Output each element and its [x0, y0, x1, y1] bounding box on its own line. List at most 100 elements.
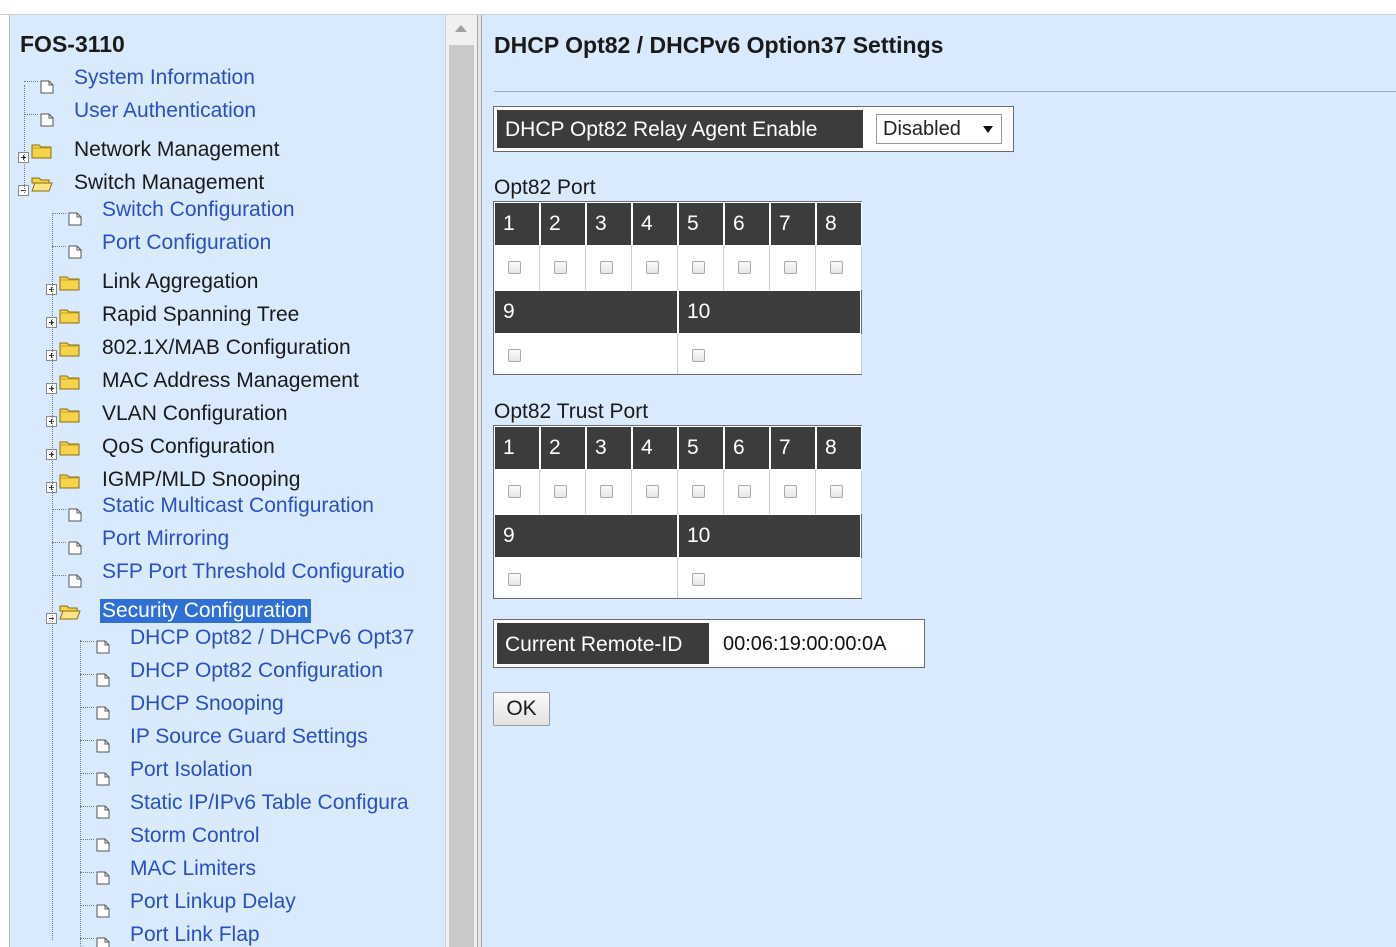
tree-connector — [52, 509, 66, 510]
trust-port-cell-1 — [494, 470, 540, 514]
trust-port-checkbox-7[interactable] — [784, 485, 797, 498]
opt82-port-checkbox-5[interactable] — [692, 261, 705, 274]
tree-item-dhcp-opt82-configuration[interactable]: DHCP Opt82 Configuration — [10, 657, 446, 687]
opt82-trust-port-label: Opt82 Trust Port — [494, 400, 649, 423]
scroll-thumb[interactable] — [449, 45, 474, 947]
tree-connector — [80, 839, 94, 840]
tree-item-port-configuration[interactable]: Port Configuration — [10, 229, 446, 259]
tree-item-dhcp-opt82-dhcpv6-opt37[interactable]: DHCP Opt82 / DHCPv6 Opt37 — [10, 624, 446, 654]
opt82-port-checkbox-8[interactable] — [830, 261, 843, 274]
folder-icon — [59, 405, 81, 423]
remote-id-value: 00:06:19:00:00:0A — [723, 633, 887, 655]
opt82-port-header-5: 5 — [678, 202, 724, 246]
opt82-port-checkbox-9[interactable] — [508, 349, 521, 362]
folder-icon — [59, 471, 81, 489]
page-icon — [96, 900, 110, 918]
tree-connector — [24, 114, 38, 115]
tree-item-qos-configuration[interactable]: QoS Configuration — [10, 433, 446, 463]
opt82-port-label: Opt82 Port — [494, 176, 596, 199]
tree-connector — [52, 542, 66, 543]
trust-port-cell-3 — [586, 470, 632, 514]
tree-item-dhcp-snooping[interactable]: DHCP Snooping — [10, 690, 446, 720]
page-icon — [68, 504, 82, 522]
trust-port-cell-6 — [724, 470, 770, 514]
opt82-port-checkbox-1[interactable] — [508, 261, 521, 274]
page-icon — [68, 537, 82, 555]
folder-icon — [59, 372, 81, 390]
opt82-port-header-10: 10 — [678, 290, 861, 334]
tree-item-sfp-port-threshold-configuratio[interactable]: SFP Port Threshold Configuratio — [10, 558, 446, 588]
trust-port-checkbox-10[interactable] — [692, 573, 705, 586]
tree-connector — [52, 575, 66, 576]
tree-item-system-information[interactable]: System Information — [10, 64, 446, 94]
tree-item-switch-configuration[interactable]: Switch Configuration — [10, 196, 446, 226]
tree-item-switch-management[interactable]: Switch Management — [10, 169, 446, 199]
tree-item-label: MAC Limiters — [130, 857, 257, 880]
page-icon — [96, 636, 110, 654]
tree-item-label: DHCP Opt82 / DHCPv6 Opt37 — [130, 626, 415, 649]
trust-port-checkbox-3[interactable] — [600, 485, 613, 498]
opt82-port-header-3: 3 — [586, 202, 632, 246]
tree-item-static-multicast-configuration[interactable]: Static Multicast Configuration — [10, 492, 446, 522]
trust-port-cell-9 — [494, 558, 678, 598]
opt82-port-cell-3 — [586, 246, 632, 290]
opt82-port-checkbox-7[interactable] — [784, 261, 797, 274]
tree-item-vlan-configuration[interactable]: VLAN Configuration — [10, 400, 446, 430]
trust-port-checkbox-9[interactable] — [508, 573, 521, 586]
trust-port-header-7: 7 — [770, 426, 816, 470]
tree-item-network-management[interactable]: Network Management — [10, 136, 446, 166]
tree-item-port-linkup-delay[interactable]: Port Linkup Delay — [10, 888, 446, 918]
opt82-trust-port-table: 1 2 3 4 5 6 7 8 9 10 — [493, 425, 862, 599]
nav-tree-panel: FOS-3110 System Information User Authenti… — [9, 15, 446, 947]
tree-item-port-link-flap[interactable]: Port Link Flap — [10, 921, 446, 947]
tree-item-mac-limiters[interactable]: MAC Limiters — [10, 855, 446, 885]
tree-item-user-authentication[interactable]: User Authentication — [10, 97, 446, 127]
relay-agent-select[interactable]: Disabled — [876, 114, 1002, 144]
tree-item-rapid-spanning-tree[interactable]: Rapid Spanning Tree — [10, 301, 446, 331]
tree-item-label: Security Configuration — [100, 599, 311, 623]
tree-item-storm-control[interactable]: Storm Control — [10, 822, 446, 852]
tree-item-label: DHCP Opt82 Configuration — [130, 659, 383, 682]
tree-item-link-aggregation[interactable]: Link Aggregation — [10, 268, 446, 298]
trust-port-checkbox-6[interactable] — [738, 485, 751, 498]
scroll-up-arrow-icon[interactable] — [455, 25, 467, 32]
folder-icon — [59, 438, 81, 456]
page-icon — [96, 768, 110, 786]
folder-open-icon — [31, 174, 53, 192]
tree-connector — [80, 806, 94, 807]
opt82-port-header-8: 8 — [816, 202, 862, 246]
tree-item-label: Static IP/IPv6 Table Configura — [130, 791, 409, 814]
tree-item-port-isolation[interactable]: Port Isolation — [10, 756, 446, 786]
tree-item-security-configuration[interactable]: Security Configuration — [10, 597, 446, 627]
tree-item-label: Port Link Flap — [130, 923, 260, 946]
opt82-port-header-9: 9 — [494, 290, 678, 334]
tree-item-mac-address-management[interactable]: MAC Address Management — [10, 367, 446, 397]
trust-port-header-9: 9 — [494, 514, 678, 558]
page-icon — [96, 669, 110, 687]
dropdown-arrow-icon — [983, 126, 993, 133]
tree-item-label: 802.1X/MAB Configuration — [102, 336, 351, 359]
trust-port-checkbox-4[interactable] — [646, 485, 659, 498]
page-icon — [68, 570, 82, 588]
page-icon — [96, 702, 110, 720]
opt82-port-checkbox-3[interactable] — [600, 261, 613, 274]
nav-scrollbar[interactable] — [445, 15, 478, 947]
opt82-port-checkbox-10[interactable] — [692, 349, 705, 362]
tree-item-label: Link Aggregation — [102, 270, 259, 293]
trust-port-checkbox-1[interactable] — [508, 485, 521, 498]
tree-item-label: Static Multicast Configuration — [102, 494, 374, 517]
ok-button[interactable]: OK — [493, 692, 550, 726]
opt82-port-cell-10 — [678, 334, 862, 374]
trust-port-checkbox-5[interactable] — [692, 485, 705, 498]
trust-port-checkbox-8[interactable] — [830, 485, 843, 498]
trust-port-checkbox-2[interactable] — [554, 485, 567, 498]
tree-item-static-ip-ipv6-table-configura[interactable]: Static IP/IPv6 Table Configura — [10, 789, 446, 819]
tree-item-ip-source-guard-settings[interactable]: IP Source Guard Settings — [10, 723, 446, 753]
tree-item-802-1x-mab-configuration[interactable]: 802.1X/MAB Configuration — [10, 334, 446, 364]
opt82-port-checkbox-2[interactable] — [554, 261, 567, 274]
tree-item-label: Port Linkup Delay — [130, 890, 296, 913]
device-title: FOS-3110 — [20, 31, 125, 57]
tree-item-port-mirroring[interactable]: Port Mirroring — [10, 525, 446, 555]
opt82-port-checkbox-6[interactable] — [738, 261, 751, 274]
opt82-port-checkbox-4[interactable] — [646, 261, 659, 274]
